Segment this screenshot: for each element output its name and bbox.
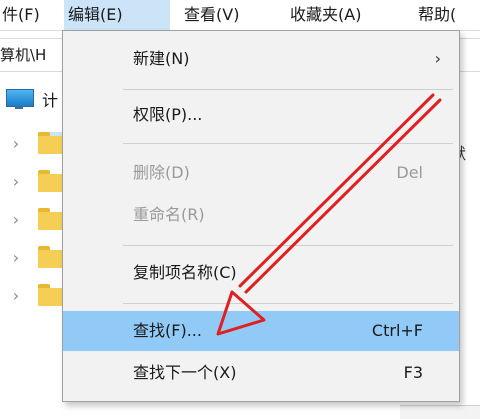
menu-item-shortcut: Del <box>396 163 423 182</box>
menu-item-rename[interactable]: 重命名(R) <box>63 197 459 233</box>
tree-item-computer[interactable]: 计 <box>4 86 58 112</box>
menu-item-find[interactable]: 查找(F)... Ctrl+F <box>63 311 459 351</box>
menu-file[interactable]: 件(F) <box>0 0 44 30</box>
folder-icon <box>38 170 64 192</box>
tree-item-folder[interactable]: › <box>0 280 64 310</box>
chevron-right-icon[interactable]: › <box>6 134 26 153</box>
chevron-right-icon[interactable]: › <box>6 210 26 229</box>
menu-separator <box>123 245 453 246</box>
address-path: 算机\H <box>0 46 47 64</box>
menu-item-shortcut: Ctrl+F <box>371 321 423 340</box>
menu-item-delete[interactable]: 删除(D) Del <box>63 155 459 191</box>
menu-item-shortcut: F3 <box>403 363 423 382</box>
menu-favorites[interactable]: 收藏夹(A) <box>286 0 365 30</box>
folder-icon <box>38 246 64 268</box>
menu-separator <box>123 303 453 304</box>
submenu-arrow-icon: › <box>434 49 441 68</box>
chevron-right-icon[interactable]: › <box>6 286 26 305</box>
menu-item-label: 权限(P)... <box>133 105 203 124</box>
tree-item-folder[interactable]: › <box>0 242 64 272</box>
menu-item-label: 重命名(R) <box>133 205 205 224</box>
tree-item-label: 计 <box>42 91 59 110</box>
folder-icon <box>38 284 64 306</box>
menu-item-label: 查找(F)... <box>133 321 202 340</box>
menu-help[interactable]: 帮助( <box>414 0 460 30</box>
menu-separator <box>123 89 453 90</box>
menu-item-copy-key-name[interactable]: 复制项名称(C) <box>63 255 459 291</box>
menu-item-label: 复制项名称(C) <box>133 263 237 282</box>
chevron-right-icon[interactable]: › <box>6 172 26 191</box>
menu-separator <box>123 143 453 144</box>
tree-item-folder[interactable]: › <box>0 128 64 158</box>
menu-item-label: 删除(D) <box>133 163 190 182</box>
menu-item-label: 查找下一个(X) <box>133 363 237 382</box>
menu-item-new[interactable]: 新建(N) › <box>63 41 459 77</box>
folder-icon <box>38 132 64 154</box>
computer-icon <box>4 88 36 110</box>
tree-item-folder[interactable]: › <box>0 204 64 234</box>
menu-item-find-next[interactable]: 查找下一个(X) F3 <box>63 355 459 391</box>
menu-item-label: 新建(N) <box>133 49 190 68</box>
folder-icon <box>38 208 64 230</box>
tree-item-folder[interactable]: › <box>0 166 64 196</box>
edit-dropdown-menu: 新建(N) › 权限(P)... 删除(D) Del 重命名(R) 复制项名称(… <box>62 30 460 402</box>
chevron-right-icon[interactable]: › <box>6 248 26 267</box>
menu-edit[interactable]: 编辑(E) <box>64 0 170 30</box>
menu-item-permissions[interactable]: 权限(P)... <box>63 97 459 133</box>
menu-bar: 件(F) 编辑(E) 查看(V) 收藏夹(A) 帮助( <box>0 0 480 31</box>
menu-view[interactable]: 查看(V) <box>180 0 243 30</box>
status-bar-fragment <box>400 405 480 419</box>
